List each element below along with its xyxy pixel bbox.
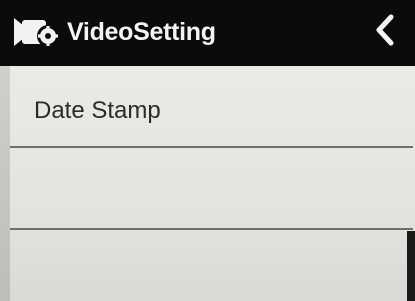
back-button[interactable] xyxy=(363,12,407,52)
chevron-left-icon xyxy=(371,13,399,52)
camera-settings-screen: VideoSetting Date Stamp xyxy=(0,0,415,301)
menu-item-date-stamp[interactable]: Date Stamp xyxy=(10,66,415,148)
title-bar: VideoSetting xyxy=(0,0,415,66)
page-title: VideoSetting xyxy=(67,18,216,46)
menu-item-empty[interactable] xyxy=(10,148,415,230)
screen-bezel xyxy=(407,231,415,301)
video-camera-gear-icon xyxy=(12,14,64,50)
menu-item-label: Date Stamp xyxy=(34,97,161,124)
settings-menu: Date Stamp xyxy=(0,66,415,301)
menu-item-empty[interactable] xyxy=(10,230,415,301)
screen-edge xyxy=(0,66,10,301)
